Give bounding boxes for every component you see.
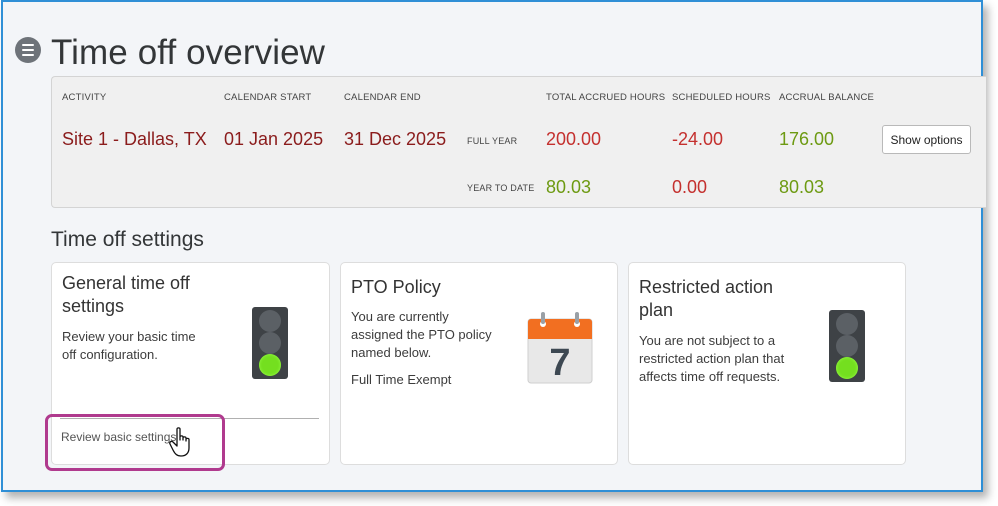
full-year-scheduled: -24.00 — [672, 129, 724, 149]
general-card-desc-line2: off configuration. — [62, 347, 158, 362]
time-off-settings-title: Time off settings — [51, 228, 204, 251]
header-calendar-end: CALENDAR END — [344, 92, 421, 103]
ytd-total-accrued: 80.03 — [546, 177, 592, 197]
row-label-full-year: FULL YEAR — [467, 136, 518, 146]
activity-site: Site 1 - Dallas, TX — [62, 129, 207, 149]
restricted-card-title-line2: plan — [639, 300, 674, 320]
general-card-title-line2: settings — [62, 296, 125, 316]
full-year-balance: 176.00 — [779, 129, 835, 149]
restricted-card-desc-line3: affects time off requests. — [639, 369, 781, 384]
row-label-year-to-date: YEAR TO DATE — [467, 183, 535, 193]
restricted-action-plan-card: Restricted action plan You are not subje… — [628, 262, 906, 465]
pto-card-title: PTO Policy — [351, 277, 441, 297]
general-card-desc-line1: Review your basic time — [62, 329, 196, 344]
pto-policy-card: PTO Policy You are currently assigned th… — [340, 262, 618, 465]
header-total-accrued: TOTAL ACCRUED HOURS — [546, 92, 666, 103]
calendar-icon: 7 — [527, 312, 593, 384]
calendar-start-value: 01 Jan 2025 — [224, 129, 324, 149]
header-activity: ACTIVITY — [62, 92, 107, 103]
show-options-button[interactable]: Show options — [882, 125, 971, 154]
pto-card-desc-line1: You are currently — [351, 309, 449, 324]
header-scheduled-hours: SCHEDULED HOURS — [672, 92, 771, 103]
calendar-day: 7 — [549, 342, 570, 384]
page-title: Time off overview — [51, 33, 326, 72]
pto-card-desc-line2: assigned the PTO policy — [351, 327, 492, 342]
traffic-light-green-icon — [829, 310, 865, 382]
restricted-card-desc-line1: You are not subject to a — [639, 333, 776, 348]
full-year-total-accrued: 200.00 — [546, 129, 602, 149]
ytd-balance: 80.03 — [779, 177, 825, 197]
app-window: Time off overview ACTIVITY CALENDAR STAR… — [1, 0, 986, 492]
restricted-card-title-line1: Restricted action — [639, 277, 774, 297]
activity-summary-panel: ACTIVITY CALENDAR START CALENDAR END TOT… — [51, 76, 986, 208]
ytd-scheduled: 0.00 — [672, 177, 708, 197]
restricted-card-desc-line2: restricted action plan that — [639, 351, 785, 366]
calendar-end-value: 31 Dec 2025 — [344, 129, 447, 149]
hand-pointer-cursor-icon — [169, 427, 190, 457]
pto-card-desc-line3: named below. — [351, 345, 432, 360]
header-accrual-balance: ACCRUAL BALANCE — [779, 92, 875, 103]
traffic-light-green-icon — [252, 307, 288, 379]
general-card-title-line1: General time off — [62, 273, 190, 293]
header-calendar-start: CALENDAR START — [224, 92, 312, 103]
hamburger-menu-icon[interactable] — [15, 37, 41, 63]
highlight-annotation — [45, 414, 225, 471]
pto-policy-name: Full Time Exempt — [351, 372, 452, 387]
